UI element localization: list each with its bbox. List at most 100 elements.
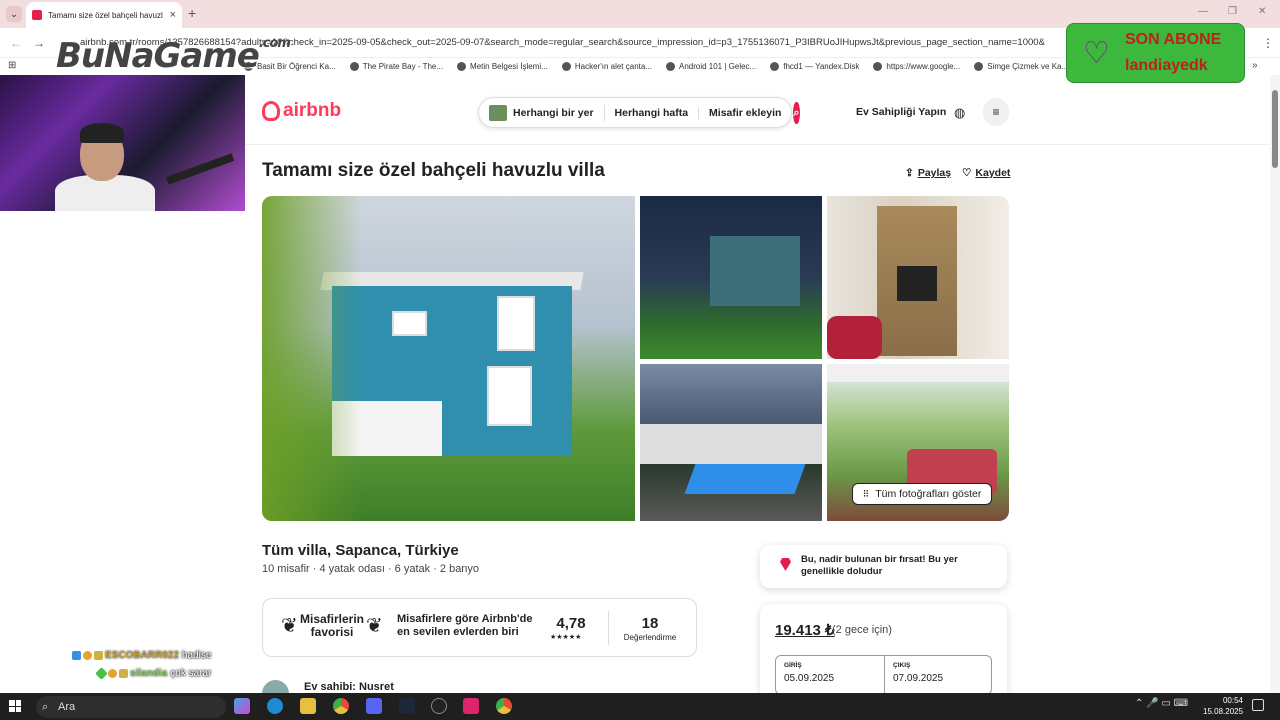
show-all-photos-button[interactable]: ⠿ Tüm fotoğrafları göster [852, 483, 992, 505]
main-photo[interactable] [262, 196, 635, 521]
hamburger-icon: ≡ [992, 105, 1000, 119]
checkin-value: 05.09.2025 [784, 673, 835, 684]
badge-icon [94, 650, 103, 660]
new-tab-button[interactable]: + [188, 5, 196, 21]
rare-find-card: Bu, nadir bulunan bir fırsat! Bu yer gen… [760, 545, 1007, 588]
save-label: Kaydet [975, 167, 1011, 179]
chrome-icon[interactable] [496, 698, 512, 714]
bookmark-label: https://www.google... [886, 62, 961, 71]
search-when[interactable]: Herhangi hafta [605, 106, 700, 119]
browser-tab[interactable]: Tamamı size özel bahçeli havuzl × [26, 2, 182, 28]
file-explorer-icon[interactable] [300, 698, 316, 714]
language-globe-icon[interactable]: ◍ [954, 105, 965, 121]
night-exterior-photo[interactable] [640, 196, 822, 359]
bookmark-favicon-icon [561, 62, 571, 71]
price-period: (2 gece için) [832, 624, 892, 636]
review-count[interactable]: 18 [615, 615, 685, 632]
search-bar[interactable]: Herhangi bir yer Herhangi hafta Misafir … [478, 97, 800, 128]
taskbar-search[interactable]: ⌕ Ara [36, 696, 226, 718]
guest-favorite-card[interactable]: ❦ Misafirlerin favorisi ❦ Misafirlere gö… [262, 598, 697, 657]
airbnb-mark-icon [262, 101, 280, 121]
bookmark-item[interactable]: Android 101 | Gelec... [665, 62, 756, 71]
chat-username: silandia [130, 667, 168, 679]
date-picker[interactable]: GİRİŞ 05.09.2025 ÇIKIŞ 07.09.2025 [775, 655, 993, 696]
bookmark-item[interactable]: fhcd1 — Yandex.Disk [770, 62, 859, 71]
obs-icon[interactable] [431, 698, 447, 714]
steam-icon[interactable] [399, 698, 415, 714]
notifications-icon[interactable] [1252, 699, 1264, 711]
bookmark-favicon-icon [665, 62, 675, 71]
bookmark-item[interactable]: Metin Belgesi İşlemi... [457, 62, 548, 71]
bookmarks-overflow-icon[interactable]: » [1252, 60, 1258, 71]
clock-time: 00:54 [1222, 696, 1243, 705]
search-button[interactable]: ⌕ [793, 101, 800, 124]
guest-favorite-title: Misafirlerin favorisi [299, 612, 365, 639]
tiktok-icon[interactable] [463, 698, 479, 714]
search-where[interactable]: Herhangi bir yer [479, 104, 605, 121]
heart-icon: ♡ [962, 167, 972, 179]
bookmark-favicon-icon [873, 62, 883, 71]
forward-icon[interactable]: → [33, 36, 45, 50]
fireplace-photo[interactable] [827, 196, 1009, 359]
review-label[interactable]: Değerlendirme [615, 633, 685, 642]
chat-message: silandia çok sarar [72, 664, 211, 682]
edge-icon[interactable] [267, 698, 283, 714]
tab-title: Tamamı size özel bahçeli havuzl [48, 10, 163, 20]
back-icon[interactable]: ← [10, 36, 22, 50]
checkin-field[interactable]: GİRİŞ 05.09.2025 [776, 656, 884, 696]
show-all-photos-label: Tüm fotoğrafları göster [875, 488, 982, 500]
host-row: Ev sahibi: Nusret [262, 680, 462, 707]
total-price[interactable]: 19.413 ₺ [775, 621, 835, 639]
rating-stars-icon: ★★★★★ [550, 634, 582, 641]
windows-start-icon[interactable] [9, 700, 21, 712]
user-menu-button[interactable]: ≡ [983, 98, 1009, 126]
bookmark-favicon-icon [770, 62, 780, 71]
airbnb-favicon-icon [32, 10, 42, 20]
stream-logo: BuNaGame.com [56, 36, 291, 76]
tab-close-icon[interactable]: × [170, 9, 176, 21]
chrome-icon[interactable] [333, 698, 349, 714]
minimize-icon[interactable]: — [1198, 6, 1208, 17]
laurel-left-icon: ❦ [281, 615, 298, 637]
search-icon: ⌕ [42, 701, 49, 713]
airbnb-logo[interactable]: airbnb [262, 100, 341, 122]
bookmark-label: fhcd1 — Yandex.Disk [783, 62, 860, 71]
system-tray[interactable]: ⌃ 🎤 ▭ ⌨ [1135, 698, 1188, 709]
copilot-icon[interactable] [234, 698, 250, 714]
taskbar-search-placeholder: Ara [58, 701, 76, 713]
bookmark-item[interactable]: https://www.google... [873, 62, 960, 71]
bookmark-label: Simge Çizmek ve Ka... [987, 62, 1069, 71]
search-icon: ⌕ [793, 106, 800, 119]
close-window-icon[interactable]: ✕ [1258, 6, 1266, 17]
share-label: Paylaş [917, 167, 952, 179]
bookmark-favicon-icon [974, 62, 984, 71]
rare-find-text: Bu, nadir bulunan bir fırsat! Bu yer gen… [801, 554, 958, 577]
become-host-link[interactable]: Ev Sahipliği Yapın [856, 106, 946, 118]
checkout-field[interactable]: ÇIKIŞ 07.09.2025 [885, 656, 993, 696]
save-button[interactable]: ♡ Kaydet [962, 167, 1010, 179]
pool-photo[interactable] [640, 364, 822, 521]
scrollbar-thumb[interactable] [1272, 90, 1278, 168]
bookmark-item[interactable]: Hacker'ın alet çanta... [561, 62, 652, 71]
badge-icon [72, 650, 81, 660]
badge-icon [83, 650, 92, 660]
tab-search-button[interactable]: ⌄ [6, 6, 22, 22]
stream-chat: ESCOBARR022 hadise silandia çok sarar [72, 646, 211, 682]
browser-menu-icon[interactable]: ⋮ [1262, 36, 1274, 50]
badge-icon [119, 668, 129, 678]
badge-icon [95, 666, 108, 680]
bookmark-item[interactable]: The Pirate Bay - The... [349, 62, 443, 71]
last-subscriber-widget: ♡ SON ABONE landiayedk [1066, 23, 1245, 83]
search-who[interactable]: Misafir ekleyin [699, 107, 791, 119]
taskbar-clock[interactable]: 00:54 15.08.2025 [1203, 695, 1243, 717]
apps-grid-icon[interactable]: ⊞ [8, 60, 16, 71]
maximize-icon[interactable]: ❐ [1228, 6, 1237, 17]
discord-icon[interactable] [366, 698, 382, 714]
bookmark-item[interactable]: Simge Çizmek ve Ka... [974, 62, 1068, 71]
webcam-overlay [0, 75, 245, 211]
share-icon: ⇪ [905, 167, 914, 179]
share-button[interactable]: ⇪ Paylaş [905, 167, 951, 179]
heart-outline-icon: ♡ [1083, 37, 1110, 70]
bookmark-label: Metin Belgesi İşlemi... [470, 62, 548, 71]
search-when-label: Herhangi hafta [614, 106, 689, 119]
